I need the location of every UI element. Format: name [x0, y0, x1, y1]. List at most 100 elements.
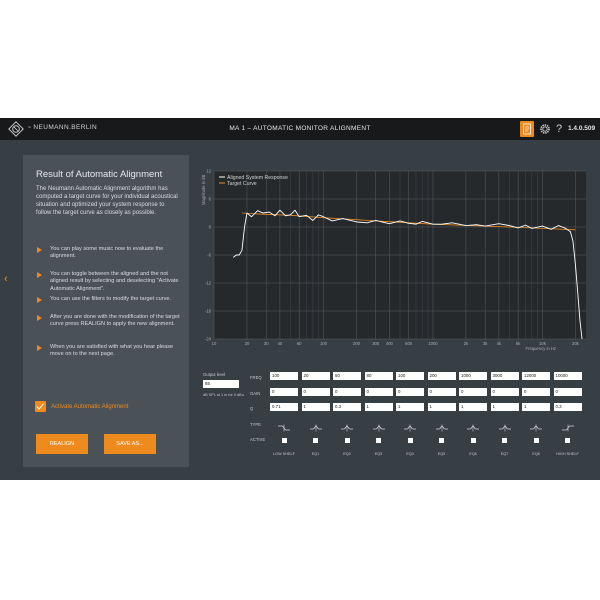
band-active-checkbox[interactable]	[565, 438, 570, 443]
eq-editor: Output level 85 dB SPL at 1 m for 0 dBu …	[200, 368, 590, 478]
legend-entry: Target Curve	[227, 181, 257, 187]
peak-filter-icon[interactable]	[498, 419, 512, 432]
instruction-text: You can toggle between the aligned and t…	[50, 271, 179, 292]
band-active-checkbox[interactable]	[439, 438, 444, 443]
save-as-button[interactable]: SAVE AS...	[104, 434, 156, 454]
app-window: ™ NEUMANN.BERLIN MA 1 – AUTOMATIC MONITOR…	[0, 118, 600, 480]
instruction-text: You can use the filters to modify the ta…	[50, 296, 172, 302]
peak-filter-icon[interactable]	[403, 419, 417, 432]
activate-alignment-label[interactable]: Activate Automatic Alignment	[51, 404, 128, 410]
gain-input[interactable]: 0	[270, 388, 298, 396]
freq-input[interactable]: 10000	[553, 372, 582, 380]
x-tick-label: 60	[297, 341, 302, 346]
x-tick-label: 10	[212, 341, 217, 346]
x-tick-label: 4k	[497, 341, 502, 346]
gain-input[interactable]: 0	[553, 388, 582, 396]
low-shelf-icon[interactable]	[277, 419, 291, 432]
instruction-text: When you are satisfied with what you hea…	[50, 344, 174, 358]
help-icon[interactable]: ?	[556, 121, 564, 137]
x-tick-label: 30	[264, 341, 269, 346]
band-active-checkbox[interactable]	[502, 438, 507, 443]
band-active-checkbox[interactable]	[344, 438, 350, 443]
instruction-text: After you are done with the modification…	[50, 314, 180, 328]
instruction-item: You can use the filters to modify the ta…	[36, 296, 184, 314]
instruction-item: When you are satisfied with what you hea…	[36, 344, 184, 369]
freq-input[interactable]: 50	[333, 372, 361, 380]
output-level-input[interactable]: 85	[203, 380, 239, 388]
band-active-checkbox[interactable]	[470, 438, 476, 443]
gain-input[interactable]: 0	[396, 388, 424, 396]
q-input[interactable]: 0.3	[553, 403, 582, 411]
x-tick-label: 40	[278, 341, 283, 346]
document-button[interactable]	[520, 121, 534, 137]
peak-filter-icon[interactable]	[466, 419, 480, 432]
top-bar: ™ NEUMANN.BERLIN MA 1 – AUTOMATIC MONITOR…	[0, 118, 600, 140]
gain-input[interactable]: 0	[301, 388, 330, 396]
freq-input[interactable]: 20	[301, 372, 330, 380]
band-name: LOW SHELF	[273, 452, 295, 456]
q-input[interactable]: 0.3	[333, 403, 361, 411]
activate-alignment-checkbox[interactable]	[35, 401, 46, 412]
panel-title: Result of Automatic Alignment	[36, 169, 163, 180]
band-active-checkbox[interactable]	[533, 438, 539, 443]
peak-filter-icon[interactable]	[435, 419, 449, 432]
x-tick-label: 100	[320, 341, 328, 346]
y-tick-label: -12	[205, 281, 212, 286]
x-tick-label: 20k	[572, 341, 580, 346]
gain-input[interactable]: 0	[333, 388, 361, 396]
bullet-arrow-icon	[37, 345, 42, 351]
version-label: 1.4.0.509	[568, 125, 596, 132]
freq-input[interactable]: 100	[270, 372, 298, 380]
q-input[interactable]: 1	[490, 403, 519, 411]
q-input[interactable]: 1	[427, 403, 456, 411]
band-name: EQ2	[343, 452, 351, 456]
q-input[interactable]: 1	[396, 403, 424, 411]
x-tick-label: 6k	[516, 341, 521, 346]
realign-button[interactable]: REALIGN	[36, 434, 88, 454]
q-input[interactable]: 0.71	[270, 403, 298, 411]
freq-input[interactable]: 12000	[522, 372, 550, 380]
band-name: HIGH SHELF	[556, 452, 579, 456]
freq-input[interactable]: 80	[364, 372, 393, 380]
q-input[interactable]: 1	[459, 403, 487, 411]
q-input[interactable]: 1	[364, 403, 393, 411]
freq-input[interactable]: 1000	[459, 372, 487, 380]
y-tick-label: -6	[207, 253, 211, 258]
document-icon	[523, 123, 531, 135]
band-name: EQ1	[311, 452, 320, 456]
band-active-checkbox[interactable]	[376, 438, 381, 443]
back-arrow-icon[interactable]: ‹	[4, 273, 8, 285]
output-level-note: dB SPL at 1 m for 0 dBu	[203, 393, 244, 397]
freq-input[interactable]: 3000	[490, 372, 519, 380]
x-tick-label: 20	[245, 341, 250, 346]
gain-input[interactable]: 0	[364, 388, 393, 396]
active-row-label: ACTIVE	[250, 437, 266, 442]
band-active-checkbox[interactable]	[281, 438, 287, 443]
peak-filter-icon[interactable]	[372, 419, 386, 432]
x-tick-label: 200	[353, 341, 361, 346]
freq-input[interactable]: 200	[427, 372, 456, 380]
band-active-checkbox[interactable]	[407, 438, 413, 443]
gain-input[interactable]: 0	[522, 388, 550, 396]
frequency-response-chart: 10 20 30 40 60 100 200 300 400 600 1000 2k 3k 4k 6k 10k…	[197, 158, 589, 355]
freq-input[interactable]: 100	[396, 372, 424, 380]
x-tick-label: 400	[386, 341, 394, 346]
instruction-item: After you are done with the modification…	[36, 314, 184, 344]
bullet-arrow-icon	[37, 247, 42, 253]
gain-input[interactable]: 0	[427, 388, 456, 396]
x-tick-label: 3k	[483, 341, 488, 346]
gain-row-label: GAIN	[250, 391, 261, 396]
band-active-checkbox[interactable]	[313, 438, 318, 443]
high-shelf-icon[interactable]	[561, 419, 575, 432]
q-input[interactable]: 1	[522, 403, 550, 411]
x-tick-label: 1000	[428, 341, 438, 346]
peak-filter-icon[interactable]	[309, 419, 323, 432]
peak-filter-icon[interactable]	[529, 419, 543, 432]
peak-filter-icon[interactable]	[340, 419, 354, 432]
gain-input[interactable]: 0	[459, 388, 487, 396]
settings-button[interactable]	[539, 121, 551, 137]
bullet-arrow-icon	[37, 315, 42, 321]
q-input[interactable]: 1	[301, 403, 330, 411]
gain-input[interactable]: 0	[490, 388, 519, 396]
y-tick-label: -18	[205, 309, 212, 314]
